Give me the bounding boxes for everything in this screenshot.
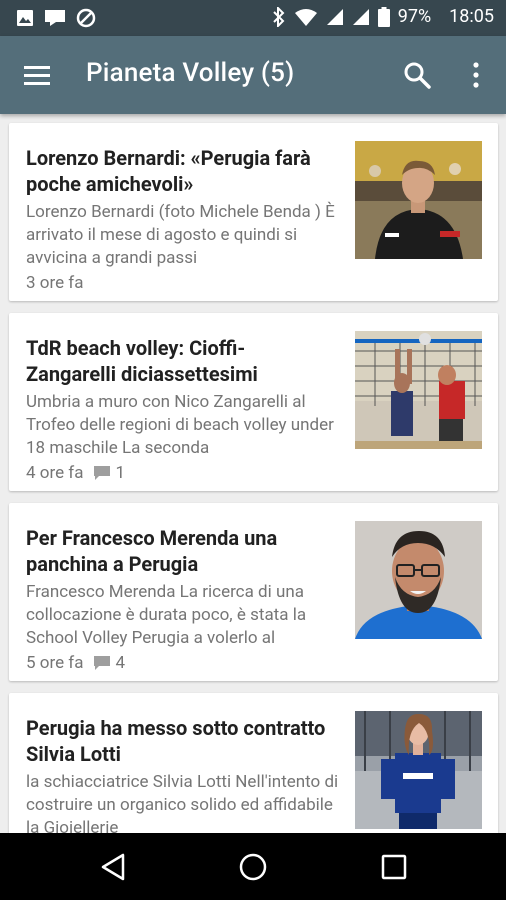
clock: 18:05 [449, 6, 494, 27]
signal-secondary-icon [352, 8, 369, 25]
notification-icons [16, 8, 96, 28]
home-button[interactable] [235, 849, 271, 885]
article-excerpt: Francesco Merenda La ricerca di una coll… [26, 582, 307, 648]
player-photo [355, 711, 482, 829]
article-excerpt: la schiacciatrice Silvia Lotti Nell'inte… [26, 772, 339, 833]
overflow-menu-button[interactable] [466, 60, 486, 90]
article-card[interactable]: Perugia ha messo sotto contratto Silvia … [9, 693, 498, 833]
system-status: 97% 18:05 [272, 6, 494, 27]
coach-photo [355, 141, 482, 259]
comment-count: 1 [115, 463, 126, 483]
app-title: Pianeta Volley (5) [86, 58, 295, 88]
article-card[interactable]: TdR beach volley: Cioffi-Zangarelli dici… [9, 313, 498, 491]
article-card[interactable]: Per Francesco Merenda una panchina a Per… [9, 503, 498, 681]
article-thumbnail [355, 141, 482, 259]
battery-icon [377, 6, 390, 27]
nav-back-icon [101, 853, 125, 881]
app-bar: Pianeta Volley (5) [0, 36, 506, 114]
article-time: 3 ore fa [26, 273, 84, 293]
status-bar: 97% 18:05 [0, 0, 506, 36]
article-meta: 4 ore fa 1 [26, 463, 125, 483]
article-time: 5 ore fa [26, 653, 84, 673]
bluetooth-icon [273, 6, 285, 27]
menu-button[interactable] [22, 62, 54, 90]
article-thumbnail [355, 521, 482, 639]
signal-icon [326, 8, 343, 25]
recents-button[interactable] [376, 849, 412, 885]
article-title: TdR beach volley: Cioffi-Zangarelli dici… [26, 336, 258, 386]
navigation-bar [0, 833, 506, 900]
search-button[interactable] [402, 60, 432, 90]
article-excerpt: Umbria a muro con Nico Zangarelli al Tro… [26, 392, 334, 458]
article-excerpt: Lorenzo Bernardi (foto Michele Benda ) È… [26, 202, 335, 268]
article-thumbnail [355, 711, 482, 829]
back-button[interactable] [95, 849, 131, 885]
article-title: Lorenzo Bernardi: «Perugia farà poche am… [26, 146, 311, 196]
battery-percent: 97% [397, 6, 432, 27]
article-meta: 3 ore fa [26, 273, 83, 293]
comment-bubble-icon [94, 466, 111, 480]
message-notification-icon [45, 10, 65, 26]
article-title: Per Francesco Merenda una panchina a Per… [26, 526, 278, 576]
nav-recents-icon [381, 854, 407, 880]
article-title: Perugia ha messo sotto contratto Silvia … [26, 716, 326, 766]
article-time: 4 ore fa [26, 463, 84, 483]
hamburger-menu-icon [24, 66, 50, 85]
article-thumbnail [355, 331, 482, 449]
search-icon [404, 62, 431, 89]
portrait-photo [355, 521, 482, 639]
wifi-icon [294, 8, 317, 26]
article-feed[interactable]: Lorenzo Bernardi: «Perugia farà poche am… [0, 114, 506, 833]
shield-notification-icon [76, 8, 96, 28]
more-vert-icon [473, 62, 479, 88]
beach-volley-photo [355, 331, 482, 449]
gallery-notification-icon [17, 10, 33, 26]
article-card[interactable]: Lorenzo Bernardi: «Perugia farà poche am… [9, 123, 498, 301]
article-meta: 5 ore fa 4 [26, 653, 125, 673]
nav-home-icon [239, 853, 267, 881]
comment-bubble-icon [94, 656, 111, 670]
comment-count: 4 [115, 653, 126, 673]
